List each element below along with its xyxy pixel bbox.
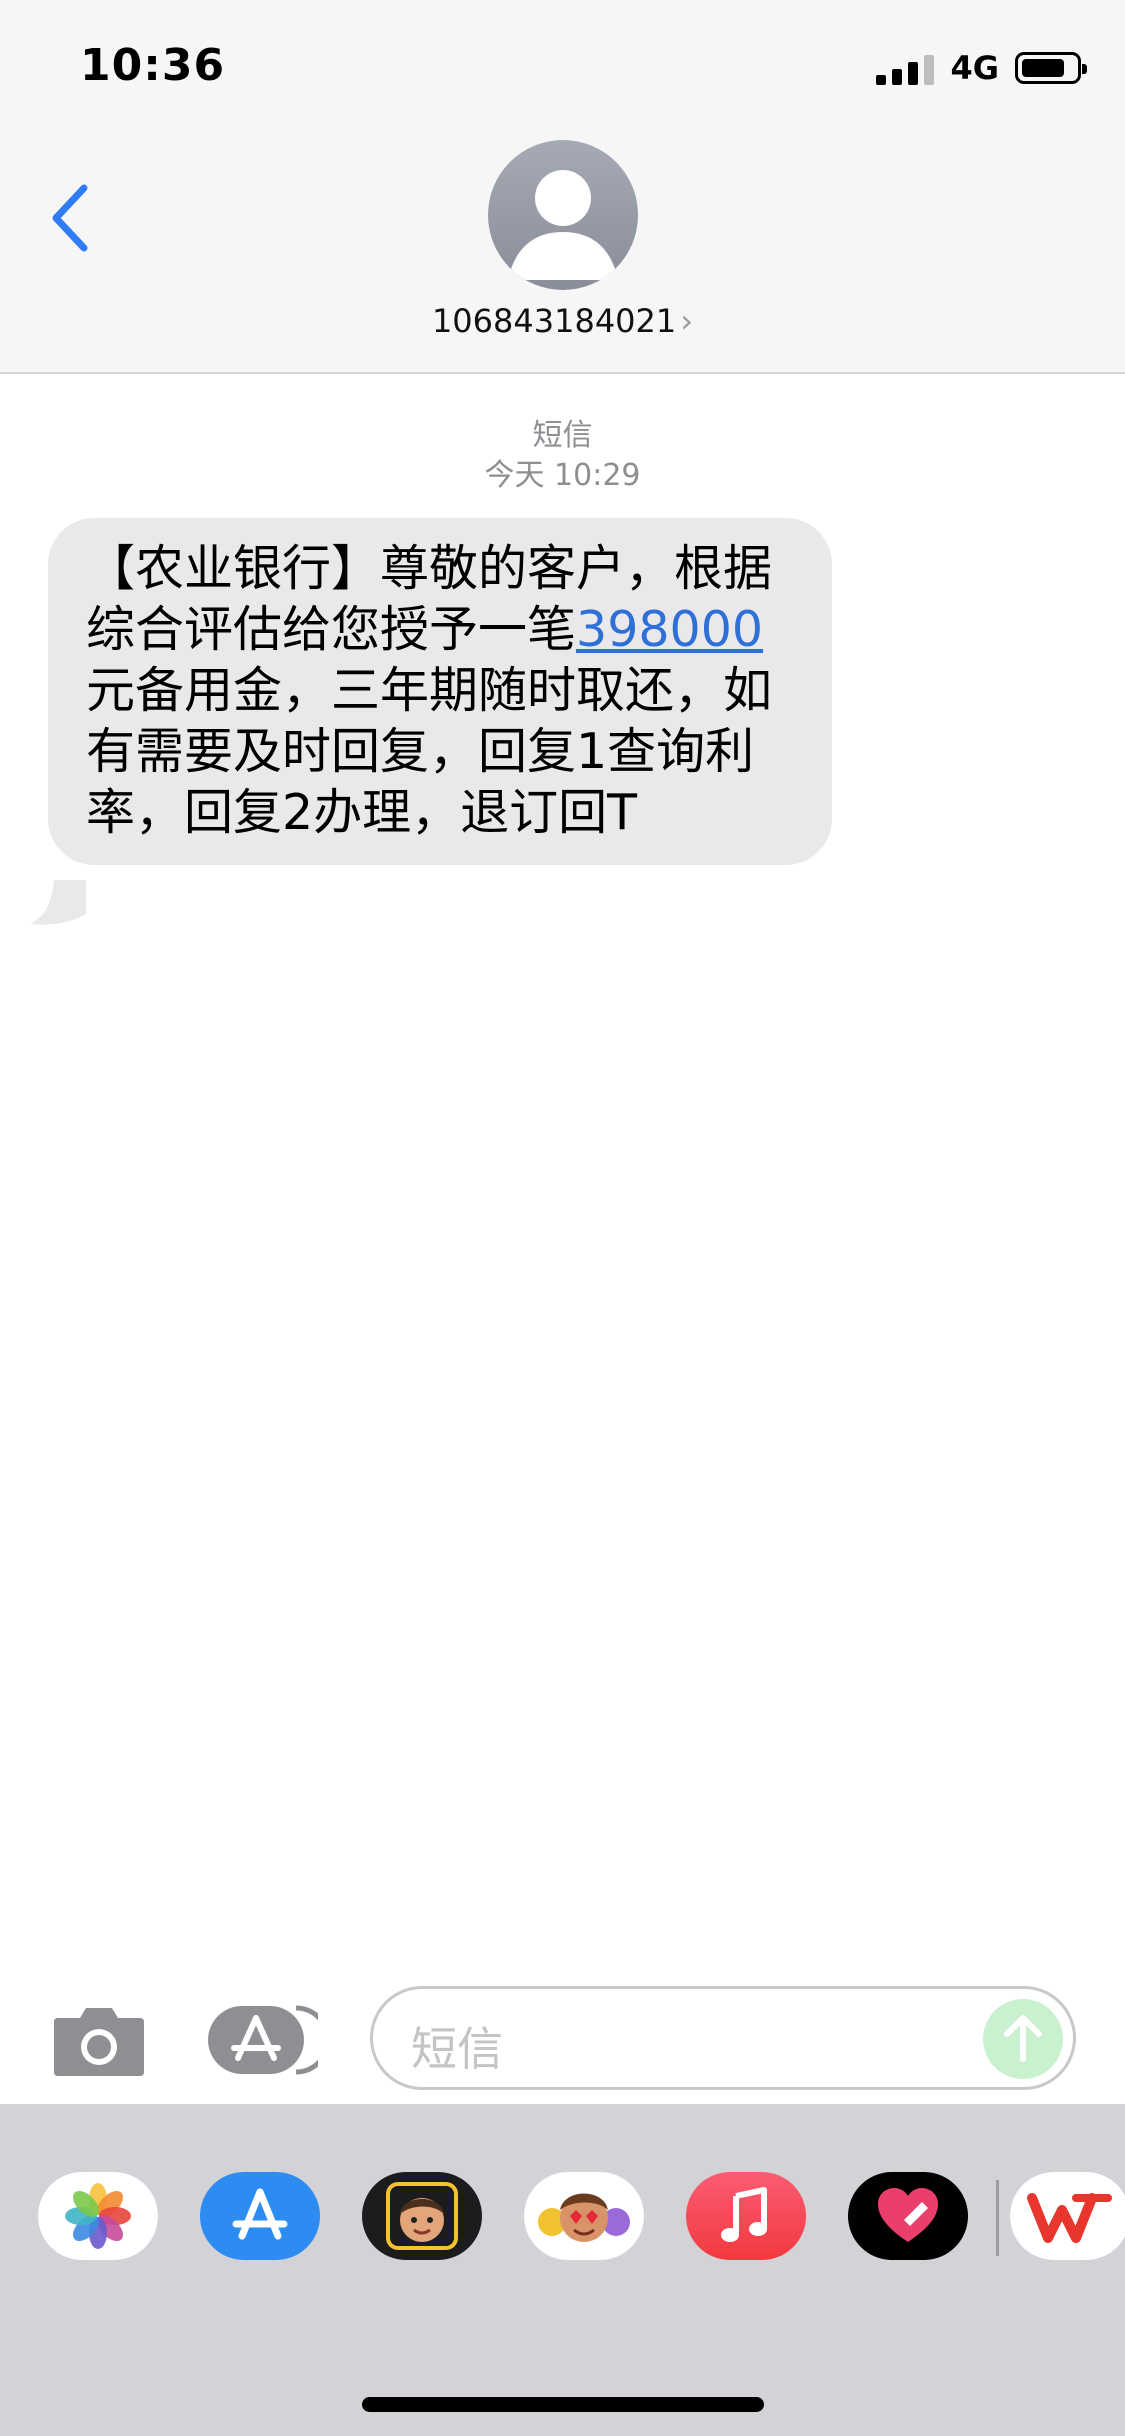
- digital-touch-icon[interactable]: [848, 2172, 968, 2260]
- amount-link[interactable]: 398000: [576, 601, 763, 658]
- message-text-end: 元备用金，三年期随时取还，如有需要及时回复，回复1查询利率，回复2办理，退订回T: [86, 662, 773, 841]
- received-message-bubble[interactable]: 【农业银行】尊敬的客户，根据综合评估给您授予一笔398000元备用金，三年期随时…: [48, 518, 832, 865]
- wps-office-icon[interactable]: [1010, 2172, 1125, 2260]
- contact-name: 106843184021: [431, 302, 677, 340]
- cellular-signal-icon: [876, 51, 935, 85]
- status-time: 10:36: [80, 40, 226, 91]
- contact-avatar[interactable]: [488, 140, 638, 290]
- home-indicator[interactable]: [362, 2397, 764, 2412]
- network-type: 4G: [950, 49, 999, 87]
- message-input[interactable]: 短信: [370, 1986, 1076, 2090]
- person-silhouette-icon: [508, 170, 618, 280]
- music-icon[interactable]: [686, 2172, 806, 2260]
- conversation-header: 10:36 4G 106843184021 ›: [0, 0, 1125, 374]
- service-label: 短信: [532, 418, 593, 453]
- contact-name-button[interactable]: 106843184021 ›: [0, 302, 1125, 340]
- message-timestamp: 今天 10:29: [484, 458, 641, 493]
- bubble-tail: [30, 880, 86, 925]
- message-input-placeholder: 短信: [411, 2022, 503, 2076]
- chevron-left-icon[interactable]: [42, 178, 102, 258]
- imessage-app-drawer: [0, 2104, 1125, 2436]
- app-store-icon[interactable]: [200, 2172, 320, 2260]
- memoji-icon[interactable]: [362, 2172, 482, 2260]
- drawer-divider: [996, 2180, 999, 2256]
- animoji-stickers-icon[interactable]: [524, 2172, 644, 2260]
- send-button[interactable]: [983, 1999, 1063, 2079]
- chevron-right-icon: ›: [680, 302, 694, 340]
- photos-icon[interactable]: [38, 2172, 158, 2260]
- battery-icon: [1015, 52, 1087, 84]
- camera-icon[interactable]: [52, 2002, 146, 2078]
- app-store-icon[interactable]: [208, 2004, 318, 2076]
- status-indicators: 4G: [876, 48, 1087, 88]
- arrow-up-icon: [1004, 2015, 1042, 2062]
